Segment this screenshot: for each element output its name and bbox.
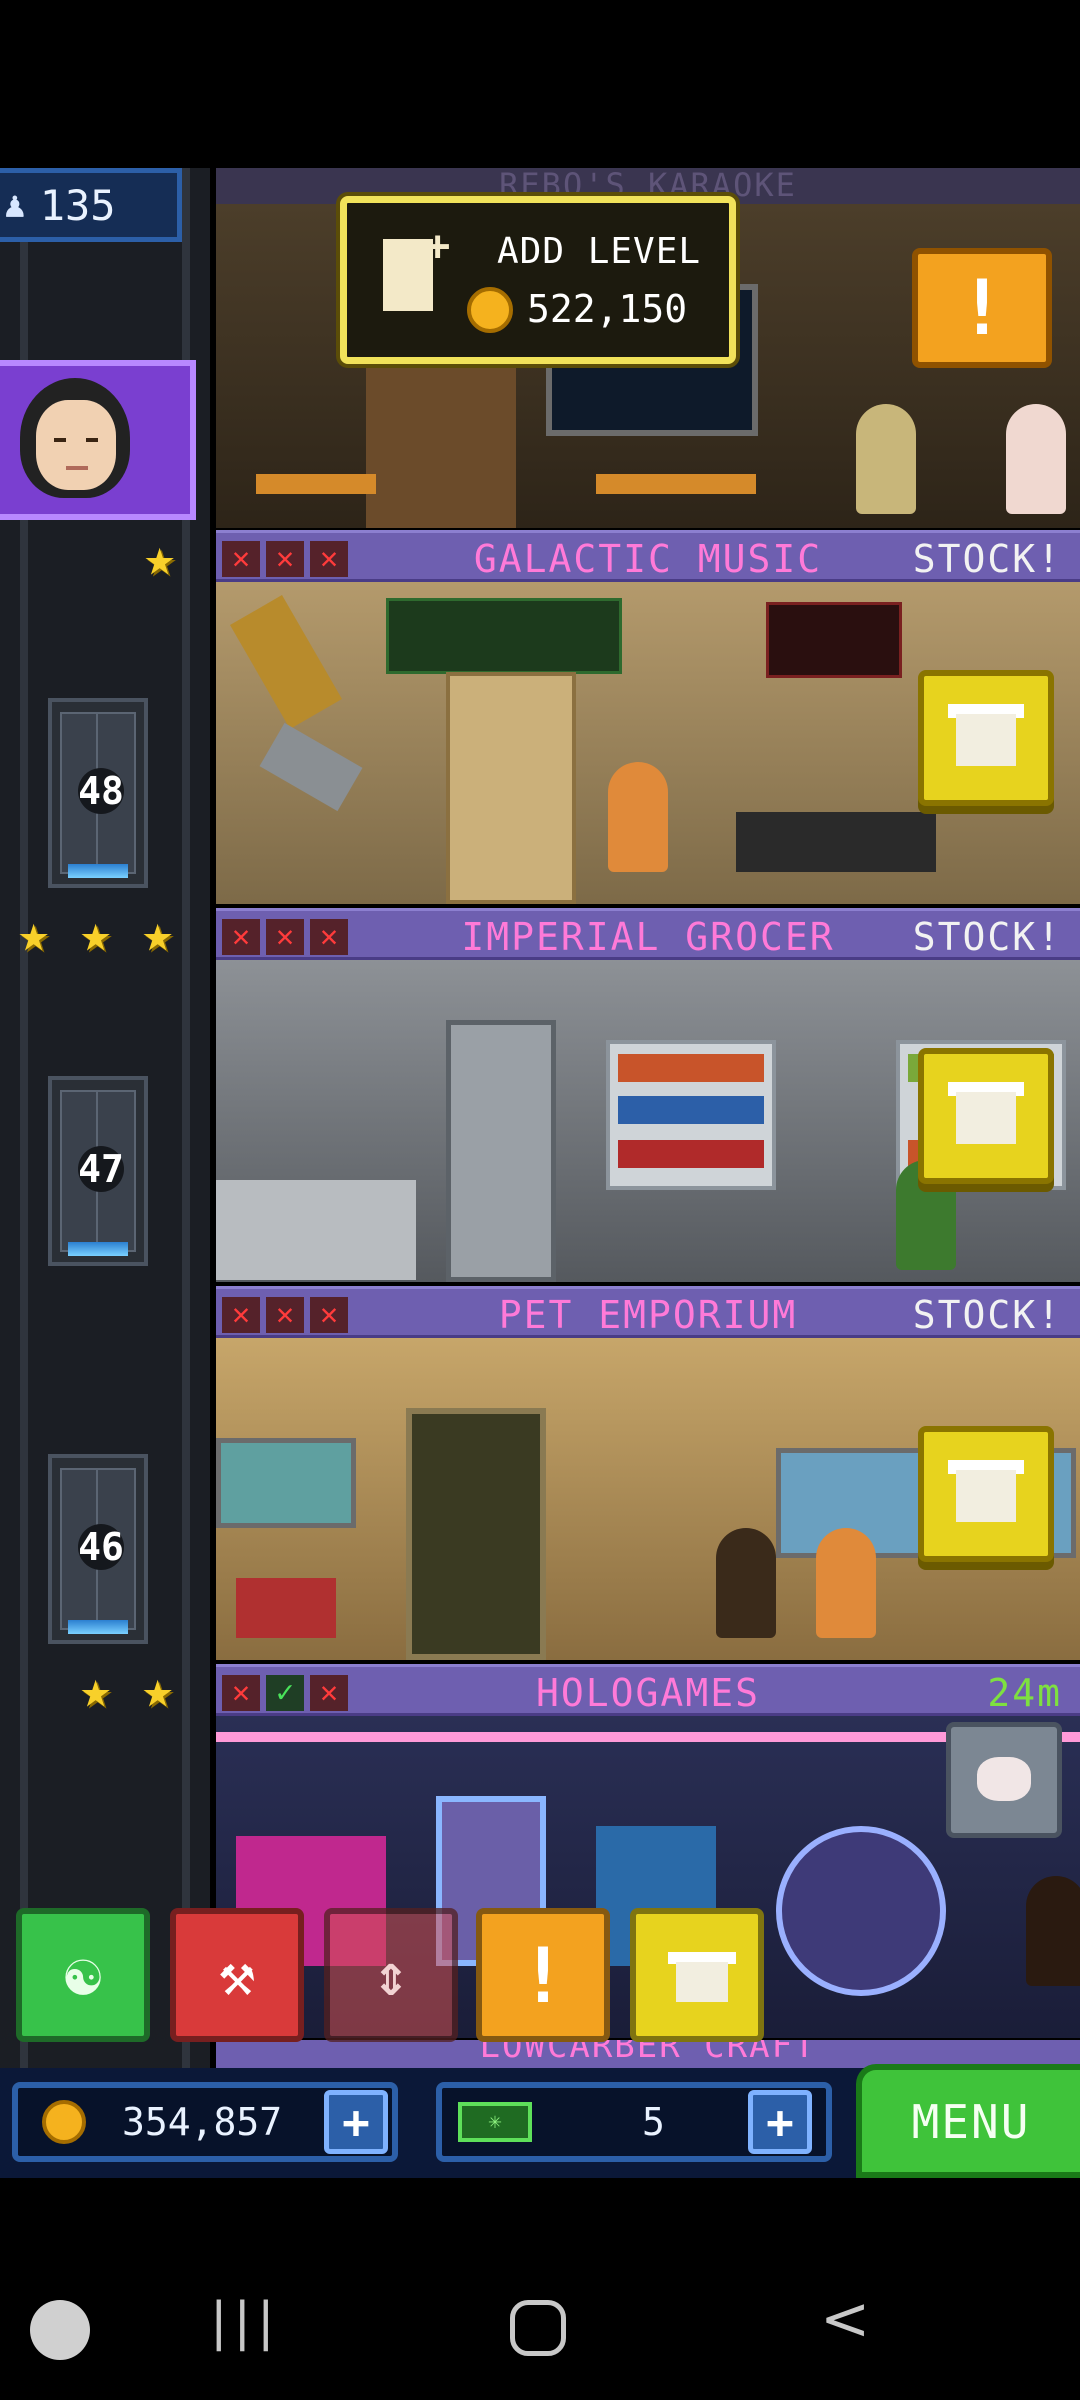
visitor-face	[977, 1757, 1031, 1801]
buy-coins-button[interactable]: +	[324, 2090, 388, 2154]
room-imperial-grocer[interactable]	[216, 960, 1080, 1282]
floor-name: HOLOGAMES	[536, 1671, 760, 1715]
room-galactic-music[interactable]	[216, 582, 1080, 904]
door	[446, 1020, 556, 1282]
bux-amount: 5	[642, 2100, 665, 2144]
piano	[736, 812, 936, 872]
floor-status: STOCK!	[912, 537, 1062, 581]
alerts-button[interactable]: !	[476, 1908, 610, 2042]
floor-header: ✕ ✕ ✕ PET EMPORIUM STOCK!	[216, 1286, 1080, 1338]
star-icon: ★	[144, 528, 176, 588]
alert-button[interactable]: !	[912, 248, 1052, 368]
recents-icon[interactable]: |||	[210, 2292, 281, 2352]
vip-avatar[interactable]	[0, 360, 196, 520]
aquarium	[216, 1438, 356, 1528]
floor-number: 46	[78, 1524, 124, 1570]
elevator-light	[68, 864, 128, 878]
exclamation-icon: !	[520, 1930, 566, 2020]
population-badge[interactable]: ♟ 135	[0, 168, 182, 242]
crate-body	[956, 1470, 1016, 1522]
crate-body	[676, 1962, 728, 2002]
alien-icon: ☯	[64, 1940, 102, 2010]
elevator-floor-48[interactable]: 48	[48, 698, 148, 888]
door	[406, 1408, 546, 1660]
stock-button[interactable]	[918, 1426, 1054, 1562]
bux-icon: ✳	[458, 2102, 532, 2142]
updown-arrows-icon: ⇕	[373, 1941, 409, 2009]
visitor-portrait[interactable]	[946, 1722, 1062, 1838]
floor-status: STOCK!	[912, 915, 1062, 959]
counter	[216, 1180, 416, 1280]
person-icon: ♟	[4, 184, 26, 226]
star-icon: ★	[142, 1660, 174, 1720]
floor-pet-emporium[interactable]: ✕ ✕ ✕ PET EMPORIUM STOCK!	[216, 1286, 1080, 1660]
coins-amount: 354,857	[122, 2100, 283, 2144]
status-bar	[0, 0, 1080, 168]
coin-icon	[467, 287, 513, 333]
coin-icon	[42, 2100, 86, 2144]
star-icon: ★	[142, 904, 174, 964]
menu-button[interactable]: MENU	[856, 2064, 1080, 2178]
crate-body	[956, 714, 1016, 766]
plus-icon: +	[425, 221, 451, 270]
avatar-eye	[54, 438, 66, 442]
elevator-light	[68, 1242, 128, 1256]
grocery-shelf	[606, 1040, 776, 1190]
shelf-row	[618, 1096, 764, 1124]
table	[596, 474, 756, 494]
door	[446, 672, 576, 904]
elevator-floor-47[interactable]: 47	[48, 1076, 148, 1266]
table	[256, 474, 376, 494]
crate-body	[956, 1092, 1016, 1144]
rearrange-button[interactable]: ⇕	[324, 1908, 458, 2042]
buy-bux-button[interactable]: +	[748, 2090, 812, 2154]
floor-name: LOWCARBER CRAFT	[479, 2040, 817, 2066]
bitizen[interactable]	[1026, 1876, 1080, 1986]
stock-button[interactable]	[918, 1048, 1054, 1184]
add-level-button[interactable]: + ADD LEVEL 522,150	[340, 196, 736, 364]
add-level-price: 522,150	[527, 287, 688, 331]
navigation-bar	[0, 2178, 1080, 2400]
build-button[interactable]: ⚒	[170, 1908, 304, 2042]
avatar-mouth	[66, 466, 88, 470]
shelf-row	[618, 1140, 764, 1168]
avatar-eye	[86, 438, 98, 442]
room-pet-emporium[interactable]	[216, 1338, 1080, 1660]
holo-pod	[776, 1826, 946, 1996]
pet-carrier	[236, 1578, 336, 1638]
elevator-floor-46[interactable]: 46	[48, 1454, 148, 1644]
floor-galactic-music[interactable]: ✕ ✕ ✕ GALACTIC MUSIC STOCK!	[216, 530, 1080, 904]
floor-number: 48	[78, 768, 124, 814]
floor-header: ✕ ✕ ✕ GALACTIC MUSIC STOCK!	[216, 530, 1080, 582]
floor-status: STOCK!	[912, 1293, 1062, 1337]
population-count: 135	[39, 180, 116, 230]
floor-imperial-grocer[interactable]: ✕ ✕ ✕ IMPERIAL GROCER STOCK!	[216, 908, 1080, 1282]
back-icon[interactable]: <	[820, 2284, 870, 2354]
floor-header: ✕ ✓ ✕ HOLOGAMES 24m	[216, 1664, 1080, 1716]
elevator-light	[68, 1620, 128, 1634]
bitizens-button[interactable]: ☯	[16, 1908, 150, 2042]
bitizen[interactable]	[816, 1528, 876, 1638]
star-icon: ★	[80, 904, 112, 964]
shelf-row	[618, 1054, 764, 1082]
floor-number: 47	[78, 1146, 124, 1192]
music-sign	[386, 598, 622, 674]
home-icon[interactable]	[510, 2300, 566, 2356]
avatar-face	[36, 400, 116, 490]
floor-header: ✕ ✕ ✕ IMPERIAL GROCER STOCK!	[216, 908, 1080, 960]
bitizen[interactable]	[856, 404, 916, 514]
add-level-label: ADD LEVEL	[497, 231, 702, 272]
floor-timer: 24m	[987, 1671, 1062, 1715]
star-icon: ★	[18, 904, 50, 964]
stock-button[interactable]	[918, 670, 1054, 806]
game-tools-icon[interactable]	[30, 2300, 90, 2360]
bitizen[interactable]	[608, 762, 668, 872]
sign	[766, 602, 902, 678]
bitizen[interactable]	[1006, 404, 1066, 514]
stock-all-button[interactable]	[630, 1908, 764, 2042]
hammer-icon: ⚒	[218, 1940, 256, 2010]
bitizen[interactable]	[716, 1528, 776, 1638]
star-icon: ★	[80, 1660, 112, 1720]
